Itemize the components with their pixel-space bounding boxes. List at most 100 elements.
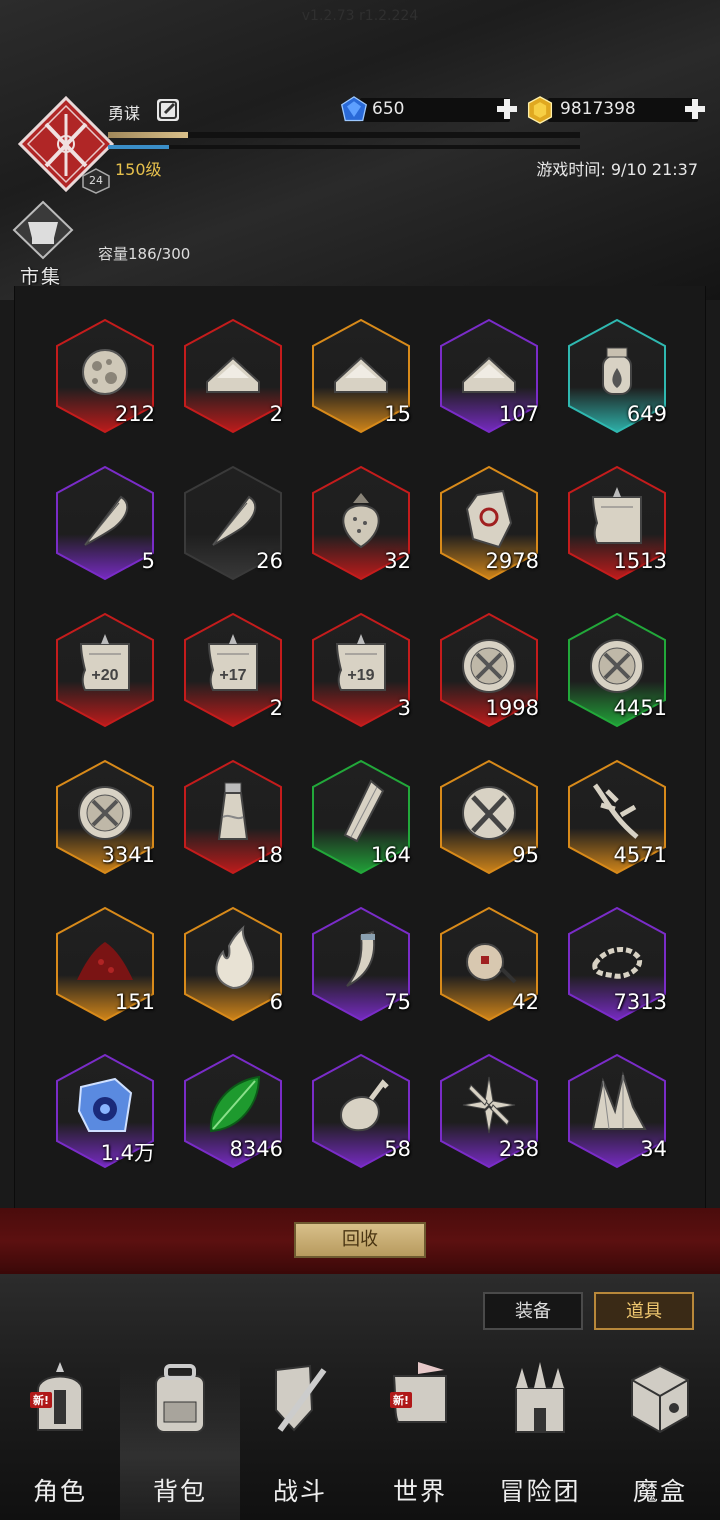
flame-icon [215, 925, 255, 990]
nav-magic-box[interactable]: 魔盒 [600, 1360, 720, 1520]
scroll-icon: +17 [207, 634, 258, 691]
item-count: 1513 [613, 549, 667, 573]
inventory-item[interactable]: 151 [53, 904, 157, 1024]
castle-icon [515, 1362, 565, 1433]
inventory-item[interactable]: 18 [181, 757, 285, 877]
crossed-tools-icon [462, 786, 516, 840]
item-count: 649 [626, 402, 667, 426]
inventory-item[interactable]: 5 [53, 463, 157, 583]
inventory-item[interactable]: +19 3 [309, 610, 413, 730]
inventory-item[interactable]: 32 [309, 463, 413, 583]
market-label[interactable]: 市集 [20, 262, 62, 289]
inventory-item[interactable]: +17 2 [181, 610, 285, 730]
nav-helmet[interactable]: 新! 角色 [0, 1360, 120, 1520]
item-count: 8346 [229, 1137, 283, 1161]
energy-bar-fill [108, 145, 170, 149]
item-count: 3341 [101, 843, 155, 867]
nav-backpack[interactable]: 背包 [120, 1360, 240, 1520]
add-gems-icon[interactable] [496, 98, 518, 120]
medal-icon [590, 639, 644, 693]
gems-value: 650 [372, 99, 405, 119]
inventory-item[interactable]: 107 [437, 316, 541, 436]
nav-map-scroll[interactable]: 新! 世界 [360, 1360, 480, 1520]
item-count: 3 [397, 696, 411, 720]
item-count: 2978 [485, 549, 539, 573]
inventory-item[interactable]: 4451 [565, 610, 669, 730]
scroll-level-label: +17 [219, 667, 246, 684]
inventory-item[interactable]: 2978 [437, 463, 541, 583]
item-count: 18 [256, 843, 283, 867]
inventory-item[interactable]: 34 [565, 1051, 669, 1171]
item-count: 1998 [485, 696, 539, 720]
item-count: 34 [640, 1137, 667, 1161]
inventory-item[interactable]: 42 [437, 904, 541, 1024]
item-count: 107 [498, 402, 539, 426]
item-count: 7313 [613, 990, 667, 1014]
nav-label: 背包 [152, 1477, 207, 1506]
version-text: v1.2.73 r1.2.224 [301, 8, 419, 24]
inventory-item[interactable]: 26 [181, 463, 285, 583]
fire-jar-icon [602, 347, 632, 395]
new-badge: 新! [30, 1392, 53, 1408]
recycle-button[interactable]: 回收 [294, 1222, 426, 1258]
item-count: 212 [114, 402, 155, 426]
feather-icon [212, 495, 257, 546]
edit-name-icon[interactable] [156, 98, 180, 122]
inventory-item[interactable]: 7313 [565, 904, 669, 1024]
feather-icon [84, 495, 129, 546]
inventory-item[interactable]: 58 [309, 1051, 413, 1171]
tab-equipment[interactable]: 装备 [483, 1292, 583, 1330]
item-count: 2 [269, 696, 283, 720]
bottle-icon [217, 782, 249, 840]
inventory-item[interactable]: 3341 [53, 757, 157, 877]
inventory-item[interactable]: 8346 [181, 1051, 285, 1171]
item-count: 32 [384, 549, 411, 573]
scroll-level-label: +19 [347, 667, 374, 684]
item-count: 4571 [613, 843, 667, 867]
inventory-item[interactable]: 4571 [565, 757, 669, 877]
gold-coin-icon [527, 96, 553, 124]
inventory-item[interactable]: 212 [53, 316, 157, 436]
blue-cube-icon [77, 1077, 133, 1132]
avatar-level: 24 [89, 174, 103, 187]
item-count: 75 [384, 990, 411, 1014]
scroll-level-label: +20 [91, 667, 118, 684]
nav-label: 冒险团 [499, 1477, 581, 1506]
item-count: 1.4万 [100, 1141, 155, 1165]
magic-box-icon [631, 1364, 689, 1434]
red-dust-icon [77, 942, 133, 980]
inventory-item[interactable]: 1513 [565, 463, 669, 583]
inventory-item[interactable]: 238 [437, 1051, 541, 1171]
nav-label: 魔盒 [632, 1477, 687, 1506]
inventory-item[interactable]: 75 [309, 904, 413, 1024]
inventory-item[interactable]: 1998 [437, 610, 541, 730]
scroll-icon: +19 [335, 634, 386, 691]
item-count: 5 [141, 549, 155, 573]
inventory-item[interactable]: 649 [565, 316, 669, 436]
nav-label: 战斗 [272, 1477, 327, 1506]
meat-icon [339, 1079, 389, 1132]
green-leaf-icon [209, 1075, 261, 1133]
xp-bar-fill [108, 132, 189, 138]
shield-sword-icon [275, 1364, 327, 1432]
add-gold-icon[interactable] [684, 98, 706, 120]
game-screen: { "version": "v1.2.73 r1.2.224", "player… [0, 0, 720, 1520]
nav-castle[interactable]: 冒险团 [480, 1360, 600, 1520]
scroll-icon [591, 487, 642, 544]
inventory-item[interactable]: 15 [309, 316, 413, 436]
powder-icon [334, 356, 388, 393]
tab-items[interactable]: 道具 [594, 1292, 694, 1330]
player-name: 勇谋 [108, 104, 141, 123]
gold-value: 9817398 [560, 99, 636, 119]
pouch-icon [466, 943, 517, 984]
crystal-shard-icon [343, 779, 385, 843]
inventory-item[interactable]: 95 [437, 757, 541, 877]
inventory-item[interactable]: 164 [309, 757, 413, 877]
inventory-item[interactable]: +20 [53, 610, 157, 730]
inventory-item[interactable]: 6 [181, 904, 285, 1024]
item-count: 95 [512, 843, 539, 867]
inventory-item[interactable]: 2 [181, 316, 285, 436]
nav-shield-sword[interactable]: 战斗 [240, 1360, 360, 1520]
powder-icon [206, 356, 260, 393]
inventory-item[interactable]: 1.4万 [53, 1051, 157, 1171]
